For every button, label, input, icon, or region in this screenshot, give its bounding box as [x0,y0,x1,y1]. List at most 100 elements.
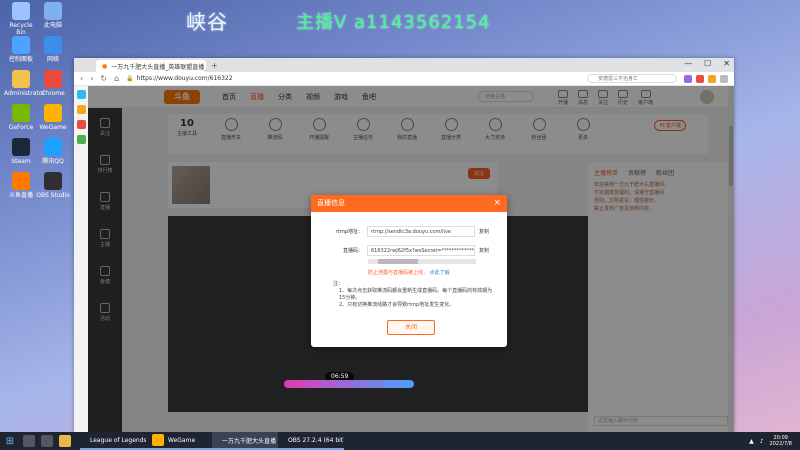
copy-rtmp-button[interactable]: 复制 [479,228,489,235]
key-scrollbar[interactable] [368,259,476,264]
rtmp-field[interactable]: rtmp://sendtc3a.douyu.com/live [367,226,475,237]
rtmp-row: rtmp地址： rtmp://sendtc3a.douyu.com/live 复… [317,226,489,237]
url-field[interactable]: 🔒 https://www.douyu.com/616322 [126,74,456,84]
desktop-icon-label: 网络 [46,56,59,63]
new-tab-button[interactable]: + [211,61,218,70]
tab-favicon-icon: ● [102,62,108,70]
tab-bar: ● 一万九千肥大头直播_英雄联盟直播_斗鱼直播 ✕ + — ☐ ✕ [74,58,734,72]
taskbar-item[interactable]: League of Legends [80,432,146,450]
extension-icon[interactable] [696,74,704,83]
taskbar: ⊞ League of Legends WeGame 一万九千肥大头直播 OBS 27… [0,432,800,450]
desktop-icon-label: Steam [11,158,31,165]
overlay-title-right: 主播V a1143562154 [296,12,491,33]
taskbar-item-label: OBS 27.2.4 (64 bit) [288,436,344,444]
taskbar-item-label: WeGame [168,436,196,444]
sidebar-icon[interactable] [76,105,86,114]
notes-title: 注： [333,281,344,287]
desktop-icon[interactable]: GeForce [4,104,38,131]
desktop-icon[interactable]: Steam [4,138,38,165]
tab-title: 一万九千肥大头直播_英雄联盟直播_斗鱼直播 [111,63,206,71]
window-controls: — ☐ ✕ [684,59,730,68]
taskbar-app-icon [152,434,164,446]
task-view-icon[interactable] [41,435,53,447]
live-info-dialog: 直播信息 × rtmp地址： rtmp://sendtc3a.douyu.com… [311,195,507,347]
key-label: 直播码： [342,248,363,254]
volume-icon[interactable]: ♪ [760,438,764,445]
desktop-icon[interactable]: 网络 [36,36,70,63]
maximize-button[interactable]: ☐ [704,59,711,68]
taskbar-item[interactable]: OBS 27.2.4 (64 bit) [278,432,344,450]
desktop-icon-label: 斗鱼直播 [8,192,33,199]
browser-tab[interactable]: ● 一万九千肥大头直播_英雄联盟直播_斗鱼直播 ✕ [96,60,206,72]
app-icon [12,104,30,122]
sidebar-icon[interactable] [76,135,86,144]
note-2: 2、只有切换推流线路才会导致rtmp地址发生变化。 [339,302,455,308]
reload-icon[interactable]: ↻ [100,74,107,83]
desktop-icon[interactable]: Chrome [36,70,70,97]
rtmp-label: rtmp地址： [335,229,363,235]
desktop-icon[interactable]: 斗鱼直播 [4,172,38,199]
desktop-icon-label: 此电脑 [43,22,62,29]
home-icon[interactable]: ⌂ [114,74,119,83]
player-progress[interactable] [284,380,414,388]
desktop-icon-label: WeGame [39,124,67,131]
learn-more-link[interactable]: 点此了解 [430,270,450,276]
warning-text: 防止泄露与直播码被上线， [368,270,429,276]
lock-icon: 🔒 [126,75,134,82]
desktop-icon[interactable]: Recycle Bin [4,2,38,36]
dialog-title: 直播信息 [317,199,345,207]
taskbar-item[interactable]: WeGame [146,432,212,450]
desktop-icon[interactable]: OBS Studio [36,172,70,199]
app-icon [44,70,62,88]
back-icon[interactable]: ‹ [80,74,83,83]
key-row: 直播码： 616322rwJ62f5x?wsSecret=***********… [317,245,489,256]
close-window-button[interactable]: ✕ [723,59,730,68]
desktop-icon-label: Administrator [4,90,45,97]
copy-key-button[interactable]: 复制 [479,247,489,254]
desktop-icon-label: Recycle Bin [9,22,33,36]
dialog-close-icon[interactable]: × [493,195,501,212]
taskbar-items: League of Legends WeGame 一万九千肥大头直播 OBS 27.2… [80,432,344,450]
sidebar-icon[interactable] [76,120,86,129]
extension-icon[interactable] [708,74,716,83]
sidebar-icon[interactable] [76,90,86,99]
desktop-icon[interactable]: Administrator [4,70,45,97]
browser-search-input[interactable]: 安德雷三不治身亡 [587,74,677,83]
app-icon [44,138,62,156]
stream-key-field[interactable]: 616322rwJ62f5x?wsSecret=*************** [367,245,475,256]
desktop-icon-label: 腾讯QQ [42,158,64,165]
desktop-icon[interactable]: 此电脑 [36,2,70,29]
file-explorer-icon[interactable] [59,435,71,447]
extension-icon[interactable] [684,74,692,83]
taskbar-item-label: League of Legends [90,436,146,444]
clock-date: 2022/7/8 [769,441,792,447]
close-button[interactable]: 关闭 [387,320,435,335]
system-tray: ▲ ♪ 20:09 2022/7/8 [749,435,800,447]
taskbar-item-label: 一万九千肥大头直播 [222,437,277,445]
overlay-title-left: 峡谷 [186,10,228,34]
menu-icon[interactable] [720,74,728,83]
app-icon [12,70,30,88]
desktop-icon-label: OBS Studio [36,192,70,199]
minimize-button[interactable]: — [684,59,692,68]
windows-start-icon[interactable]: ⊞ [0,436,20,447]
desktop-icon[interactable]: 腾讯QQ [36,138,70,165]
key-scrollbar-thumb[interactable] [378,259,418,264]
taskbar-item[interactable]: 一万九千肥大头直播 [212,432,278,450]
forward-icon[interactable]: › [90,74,93,83]
desktop-icon-label: 控制面板 [8,56,33,63]
desktop-icon[interactable]: 控制面板 [4,36,38,63]
note-1: 1、每次点击获取推流码都会重新生成直播码。每个直播码的有效期为15分钟。 [339,288,493,301]
desktop-icon-label: GeForce [8,124,34,131]
app-icon [12,138,30,156]
app-icon [12,36,30,54]
clock[interactable]: 20:09 2022/7/8 [770,435,792,447]
desktop-icon-label: Chrome [41,90,65,97]
url-path: 616322 [209,75,233,82]
app-icon [44,2,62,20]
search-icon[interactable] [23,435,35,447]
app-icon [44,104,62,122]
desktop-icon[interactable]: WeGame [36,104,70,131]
url-host: https://www.douyu.com/ [136,75,210,82]
network-icon[interactable]: ▲ [749,438,754,445]
